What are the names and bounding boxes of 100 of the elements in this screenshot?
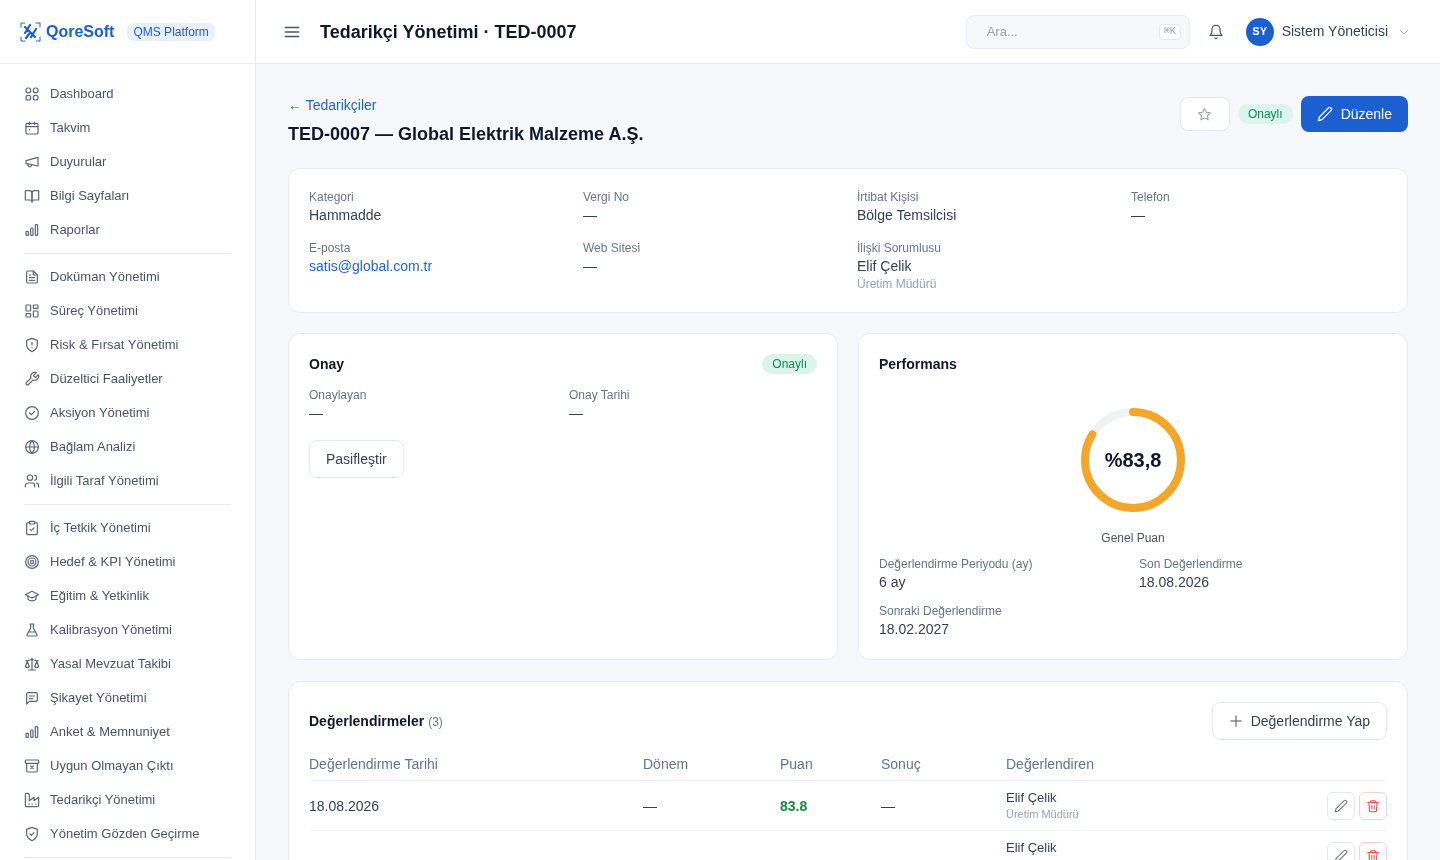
sidebar-item[interactable]: Hedef & KPI Yönetimi xyxy=(24,545,231,579)
layout-icon xyxy=(24,303,40,319)
platform-badge: QMS Platform xyxy=(127,22,215,41)
card-title: Onay xyxy=(309,355,344,374)
sidebar-item[interactable]: Takvim xyxy=(24,111,231,145)
users-icon xyxy=(24,473,40,489)
evaluator-name: Elif Çelik xyxy=(1006,790,1057,805)
check-circle-icon xyxy=(24,405,40,421)
sidebar-item[interactable]: Süreç Yönetimi xyxy=(24,294,231,328)
score-caption: Genel Puan xyxy=(1101,530,1165,546)
field-label: Sonraki Değerlendirme xyxy=(879,603,1002,619)
score-gauge-track xyxy=(1088,408,1134,438)
sidebar-item[interactable]: İç Tetkik Yönetimi xyxy=(24,511,231,545)
bell-icon[interactable] xyxy=(1207,23,1224,40)
field-value: Hammadde xyxy=(309,206,382,225)
column-header: Puan xyxy=(780,755,813,774)
field-label: Onaylayan xyxy=(309,387,367,403)
sidebar-item[interactable]: Yönetim Gözden Geçirme xyxy=(24,817,231,851)
target-icon xyxy=(24,554,40,570)
sidebar-item[interactable]: Uygun Olmayan Çıktı xyxy=(24,749,231,783)
field-value: Bölge Temsilcisi xyxy=(857,206,957,225)
field-label: Değerlendirme Periyodu (ay) xyxy=(879,556,1033,572)
sidebar-item[interactable]: Duyurular xyxy=(24,145,231,179)
user-avatar: SY xyxy=(1245,17,1274,46)
wrench-icon xyxy=(24,371,40,387)
evaluator-role: Üretim Müdürü xyxy=(1006,807,1079,821)
sidebar-item[interactable]: Risk & Fırsat Yönetimi xyxy=(24,328,231,362)
back-link[interactable]: ← Tedarikçiler xyxy=(288,95,377,115)
sidebar-item[interactable]: Anket & Memnuniyet xyxy=(24,715,231,749)
brand-name: QoreSoft xyxy=(46,21,115,42)
pencil-icon xyxy=(1316,106,1333,122)
user-menu-button[interactable]: SY Sistem Yöneticisi xyxy=(1245,17,1410,46)
field-label: Web Sitesi xyxy=(583,240,641,256)
field-label: Onay Tarihi xyxy=(569,387,630,403)
message-icon xyxy=(24,690,40,706)
sidebar-item[interactable]: İlgili Taraf Yönetimi xyxy=(24,464,231,498)
factory-icon xyxy=(24,792,40,808)
table-cell-text: 83.8 xyxy=(780,796,808,816)
favorite-button[interactable] xyxy=(1179,97,1230,131)
column-header: Dönem xyxy=(643,755,689,774)
field-value: — xyxy=(1131,206,1145,225)
sidebar-item[interactable]: Kalibrasyon Yönetimi xyxy=(24,613,231,647)
column-header: Değerlendirme Tarihi xyxy=(309,755,438,774)
evaluator-name: Elif Çelik xyxy=(1006,840,1057,855)
status-badge: Onaylı xyxy=(1237,104,1293,124)
pencil-icon xyxy=(1334,848,1348,860)
sidebar-item[interactable]: Eğitim & Yetkinlik xyxy=(24,579,231,613)
status-badge: Onaylı xyxy=(762,354,817,374)
card-title: Performans xyxy=(879,355,957,374)
table-cell-text: — xyxy=(643,796,657,816)
item-count: (3) xyxy=(428,714,443,730)
book-icon xyxy=(24,188,40,204)
trash-icon xyxy=(1366,848,1380,860)
plus-icon xyxy=(1228,714,1243,728)
scale-icon xyxy=(24,656,40,672)
shield-check-icon xyxy=(24,826,40,842)
add-evaluation-button[interactable]: Değerlendirme Yap xyxy=(1211,702,1387,740)
sidebar-item[interactable]: Düzeltici Faaliyetler xyxy=(24,362,231,396)
globe-icon xyxy=(24,439,40,455)
field-value: — xyxy=(583,257,597,276)
field-label: Kategori xyxy=(309,189,354,205)
flask-icon xyxy=(24,622,40,638)
card-title: Değerlendirmeler xyxy=(309,712,425,731)
field-value: 18.02.2027 xyxy=(879,620,950,639)
shield-alert-icon xyxy=(24,337,40,353)
sidebar-item[interactable]: Dashboard xyxy=(24,77,231,111)
field-value: — xyxy=(309,404,323,423)
sidebar-item[interactable]: Şikayet Yönetimi xyxy=(24,681,231,715)
field-value: — xyxy=(583,206,597,225)
field-label: Telefon xyxy=(1131,189,1170,205)
delete-row-button[interactable] xyxy=(1359,791,1387,820)
sidebar-item[interactable]: Yasal Mevzuat Takibi xyxy=(24,647,231,681)
clipboard-check-icon xyxy=(24,520,40,536)
sidebar-item[interactable]: Doküman Yönetimi xyxy=(24,260,231,294)
sidebar-item[interactable]: Aksiyon Yönetimi xyxy=(24,396,231,430)
sidebar-item[interactable]: Tedarikçi Yönetimi xyxy=(24,783,231,817)
archive-x-icon xyxy=(24,758,40,774)
edit-button[interactable]: Düzenle xyxy=(1300,96,1408,132)
pencil-icon xyxy=(1334,798,1348,813)
megaphone-icon xyxy=(24,154,40,170)
sidebar-item[interactable]: Bağlam Analizi xyxy=(24,430,231,464)
deactivate-button[interactable]: Pasifleştir xyxy=(309,440,404,478)
field-value: Elif Çelik xyxy=(857,257,912,276)
sidebar-item[interactable]: Raporlar xyxy=(24,213,231,247)
score-value: %83,8 xyxy=(1104,448,1162,473)
field-value: — xyxy=(569,404,583,423)
sidebar-item[interactable]: Bilgi Sayfaları xyxy=(24,179,231,213)
page-header-title: Tedarikçi Yönetimi · TED-0007 xyxy=(320,20,577,44)
field-label: Son Değerlendirme xyxy=(1139,556,1243,572)
field-label: E-posta xyxy=(309,240,351,256)
trash-icon xyxy=(1366,798,1380,813)
edit-row-button[interactable] xyxy=(1327,791,1355,820)
page-title: TED-0007 — Global Elektrik Malzeme A.Ş. xyxy=(288,123,644,146)
column-header: Değerlendiren xyxy=(1006,755,1094,774)
calendar-icon xyxy=(24,120,40,136)
table-cell-text: 18.08.2026 xyxy=(309,796,380,816)
table-cell-text: — xyxy=(881,796,895,816)
field-label: İrtibat Kişisi xyxy=(857,189,919,205)
email-link[interactable]: satis@global.com.tr xyxy=(309,256,433,276)
column-header: Sonuç xyxy=(881,755,921,774)
